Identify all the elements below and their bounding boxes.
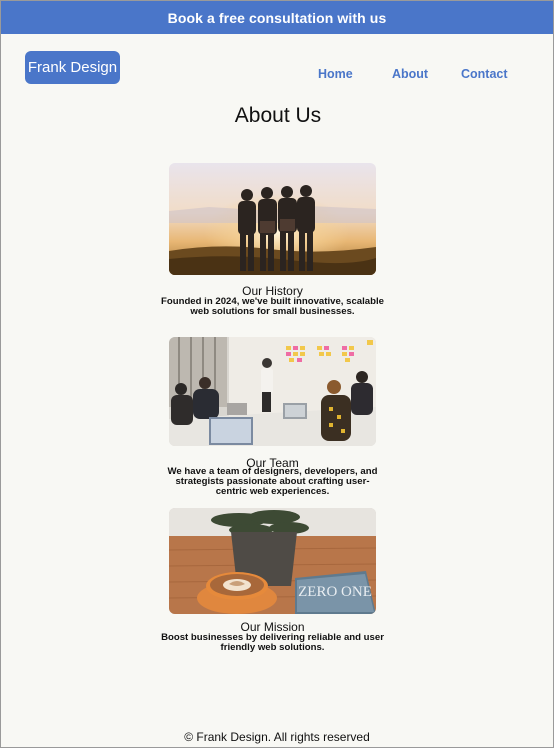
footer-copyright: © Frank Design. All rights reserved: [184, 730, 370, 744]
mission-image: ZERO ONE: [169, 508, 376, 614]
nav-home-link[interactable]: Home: [318, 67, 353, 81]
top-banner: Book a free consultation with us: [1, 1, 553, 34]
brand-logo[interactable]: Frank Design: [25, 51, 120, 84]
team-text: We have a team of designers, developers,…: [167, 466, 378, 498]
nav-about-link[interactable]: About: [392, 67, 428, 81]
page-title: About Us: [234, 104, 322, 127]
history-image: [169, 163, 376, 275]
team-image: [169, 337, 376, 446]
book-cover-text: ZERO ONE: [298, 584, 372, 600]
consultation-cta-link[interactable]: Book a free consultation with us: [168, 10, 387, 26]
mission-text: Boost businesses by delivering reliable …: [161, 632, 384, 654]
history-text: Founded in 2024, we've built innovative,…: [161, 296, 385, 318]
nav-contact-link[interactable]: Contact: [461, 67, 508, 81]
